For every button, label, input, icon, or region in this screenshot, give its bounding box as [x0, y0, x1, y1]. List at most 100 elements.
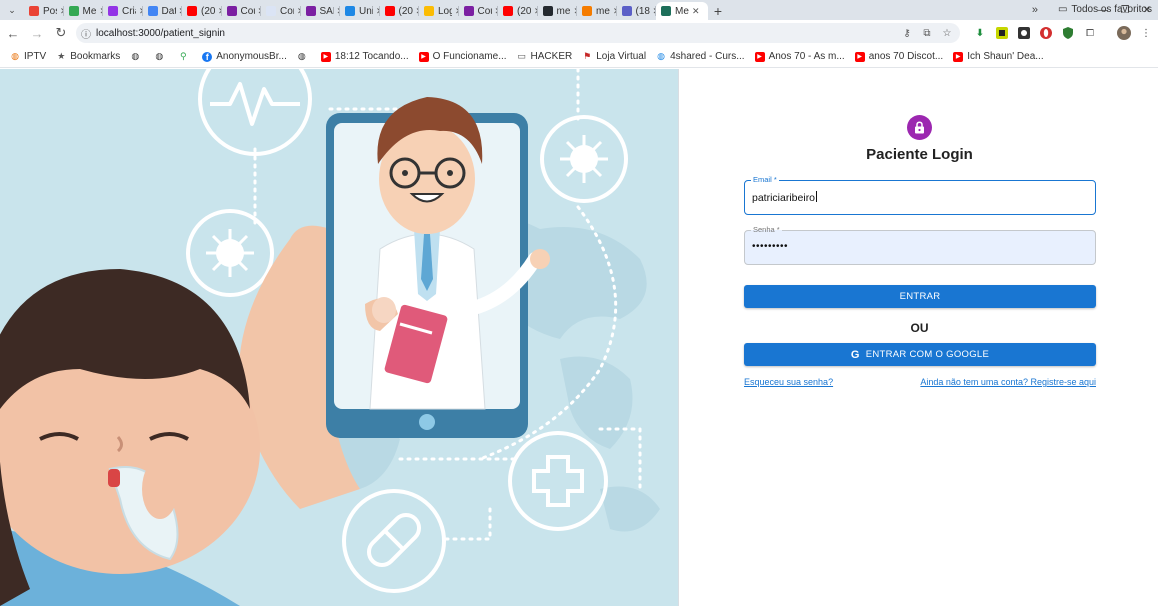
extension-icon[interactable]: [994, 25, 1010, 41]
tab-favicon: [661, 6, 671, 16]
address-url[interactable]: localhost:3000/patient_signin: [96, 28, 225, 39]
browser-tab[interactable]: (18✕: [617, 2, 656, 20]
password-label: Senha *: [751, 225, 782, 234]
tab-favicon: [68, 6, 79, 16]
tab-favicon: [621, 6, 632, 16]
profile-avatar[interactable]: [1116, 25, 1132, 41]
extensions-bar: ⬇ ⧠: [972, 25, 1098, 41]
globe-icon: ◍: [657, 51, 665, 61]
key-icon[interactable]: ⚷: [900, 25, 914, 41]
bookmark-item[interactable]: f AnonymousBr...: [202, 51, 287, 62]
login-button[interactable]: ENTRAR: [744, 285, 1096, 308]
bookmark-item[interactable]: ◍ IPTV: [10, 51, 46, 62]
tab-favicon: [187, 6, 197, 16]
browser-tab[interactable]: Pos✕: [24, 2, 64, 20]
tab-favicon: [463, 6, 474, 16]
tab-title: Cou: [240, 5, 255, 17]
tab-favicon: [542, 6, 553, 16]
browser-tab[interactable]: me✕: [577, 2, 617, 20]
browser-tab[interactable]: Dat✕: [143, 2, 182, 20]
bookmark-item[interactable]: ▶ Ich Shaun' Dea...: [953, 51, 1044, 62]
tab-favicon: [226, 6, 237, 16]
bookmark-item[interactable]: ◍: [297, 51, 311, 62]
bookmark-label: 4shared - Curs...: [670, 51, 745, 62]
browser-tab[interactable]: me✕: [538, 2, 577, 20]
telemedicine-illustration: [0, 69, 678, 606]
tab-title: Me: [675, 5, 689, 17]
reload-icon[interactable]: ↻: [50, 22, 72, 44]
tab-favicon: [147, 6, 158, 16]
bookmark-label: Loja Virtual: [596, 51, 647, 62]
bookmark-item[interactable]: ◍: [130, 51, 144, 62]
opera-icon[interactable]: [1038, 25, 1054, 41]
extension-icon[interactable]: [1016, 25, 1032, 41]
back-icon[interactable]: ←: [2, 22, 24, 44]
bookmarks-overflow-icon[interactable]: »: [1032, 4, 1038, 16]
download-icon[interactable]: ⬇: [972, 25, 988, 41]
bookmark-item[interactable]: ◍ 4shared - Curs...: [656, 51, 744, 62]
all-bookmarks-folder[interactable]: ▭ Todos os favoritos: [1058, 4, 1152, 15]
tab-active[interactable]: Me ✕: [656, 2, 708, 20]
password-field[interactable]: Senha * •••••••••: [744, 225, 1096, 265]
bookmark-item[interactable]: ▶ Anos 70 - As m...: [754, 51, 845, 62]
bookmark-item[interactable]: ⚲: [178, 51, 192, 62]
globe-icon: ◍: [297, 51, 306, 61]
tab-title: (20: [517, 5, 531, 17]
browser-tab[interactable]: (20✕: [182, 2, 222, 20]
tab-favicon: [384, 6, 395, 16]
email-field[interactable]: Email * patriciaribeiro: [744, 175, 1096, 215]
bookmark-item[interactable]: ▶ 18:12 Tocando...: [320, 51, 409, 62]
browser-tab[interactable]: Cor✕: [261, 2, 301, 20]
browser-tab[interactable]: Me✕: [64, 2, 103, 20]
forgot-password-link[interactable]: Esqueceu sua senha?: [744, 377, 833, 387]
email-value[interactable]: patriciaribeiro: [752, 192, 815, 204]
tab-favicon: [266, 6, 276, 16]
browser-tab[interactable]: (20✕: [498, 2, 538, 20]
browser-tab[interactable]: SAF✕: [301, 2, 340, 20]
folder-icon: ▭: [517, 51, 526, 61]
bookmarks-bar: ◍ IPTV ★ Bookmarks ◍ ◍ ⚲ f AnonymousBr... ◍ ▶ 18:12…: [0, 46, 1158, 68]
tab-list: Pos✕Me✕Cria✕Dat✕(20✕Cou✕Cor✕SAF✕Uni✕(20✕…: [24, 2, 656, 20]
password-value[interactable]: •••••••••: [752, 241, 788, 252]
extensions-puzzle-icon[interactable]: ⧠: [1082, 25, 1098, 41]
bookmark-item[interactable]: ★ Bookmarks: [56, 51, 120, 62]
browser-tab[interactable]: (20✕: [380, 2, 419, 20]
google-login-label: ENTRAR COM O GOOGLE: [865, 349, 990, 360]
bookmark-star-icon[interactable]: ☆: [940, 25, 954, 41]
tab-title: Log: [438, 5, 452, 17]
omnibox-actions: ⚷ ⧉ ☆: [900, 25, 954, 41]
shield-icon[interactable]: [1060, 25, 1076, 41]
google-login-button[interactable]: G ENTRAR COM O GOOGLE: [744, 343, 1096, 366]
tab-close-icon[interactable]: ✕: [692, 6, 700, 17]
bookmark-label: Anos 70 - As m...: [768, 51, 845, 62]
tab-title: Cou: [477, 5, 492, 17]
register-link[interactable]: Ainda não tem uma conta? Registre-se aqu…: [920, 377, 1096, 387]
browser-tab[interactable]: Cria✕: [103, 2, 143, 20]
menu-kebab-icon[interactable]: ⋮: [1138, 25, 1154, 41]
google-icon: G: [850, 348, 860, 361]
globe-icon: ◍: [155, 51, 164, 61]
bookmark-item[interactable]: ▶ O Funcioname...: [418, 51, 507, 62]
browser-tab[interactable]: Uni✕: [340, 2, 380, 20]
browser-tab[interactable]: Cou✕: [222, 2, 261, 20]
all-bookmarks-label: Todos os favoritos: [1071, 4, 1152, 15]
star-icon: ★: [57, 51, 66, 61]
tab-title: (18: [635, 5, 650, 17]
site-info-icon[interactable]: ⓘ: [76, 26, 96, 41]
forward-icon[interactable]: →: [26, 22, 48, 44]
browser-tab[interactable]: Cou✕: [459, 2, 498, 20]
bookmark-item[interactable]: ⚑ Loja Virtual: [582, 51, 646, 62]
bookmark-item[interactable]: ▭ HACKER: [517, 51, 572, 62]
tab-title: Pos: [43, 5, 57, 17]
address-bar[interactable]: ⓘ localhost:3000/patient_signin ⚷ ⧉ ☆: [76, 23, 960, 43]
tab-search-icon[interactable]: ⌄: [0, 0, 24, 20]
tab-title: me: [556, 5, 571, 17]
bookmark-item[interactable]: ▶ anos 70 Discot...: [854, 51, 943, 62]
maps-icon: ⚲: [179, 51, 187, 61]
browser-tab[interactable]: Log✕: [419, 2, 459, 20]
email-label: Email *: [751, 175, 779, 184]
bookmark-item[interactable]: ◍: [154, 51, 168, 62]
tab-favicon: [29, 6, 39, 16]
open-in-app-icon[interactable]: ⧉: [920, 25, 934, 41]
new-tab-button[interactable]: +: [708, 2, 728, 20]
